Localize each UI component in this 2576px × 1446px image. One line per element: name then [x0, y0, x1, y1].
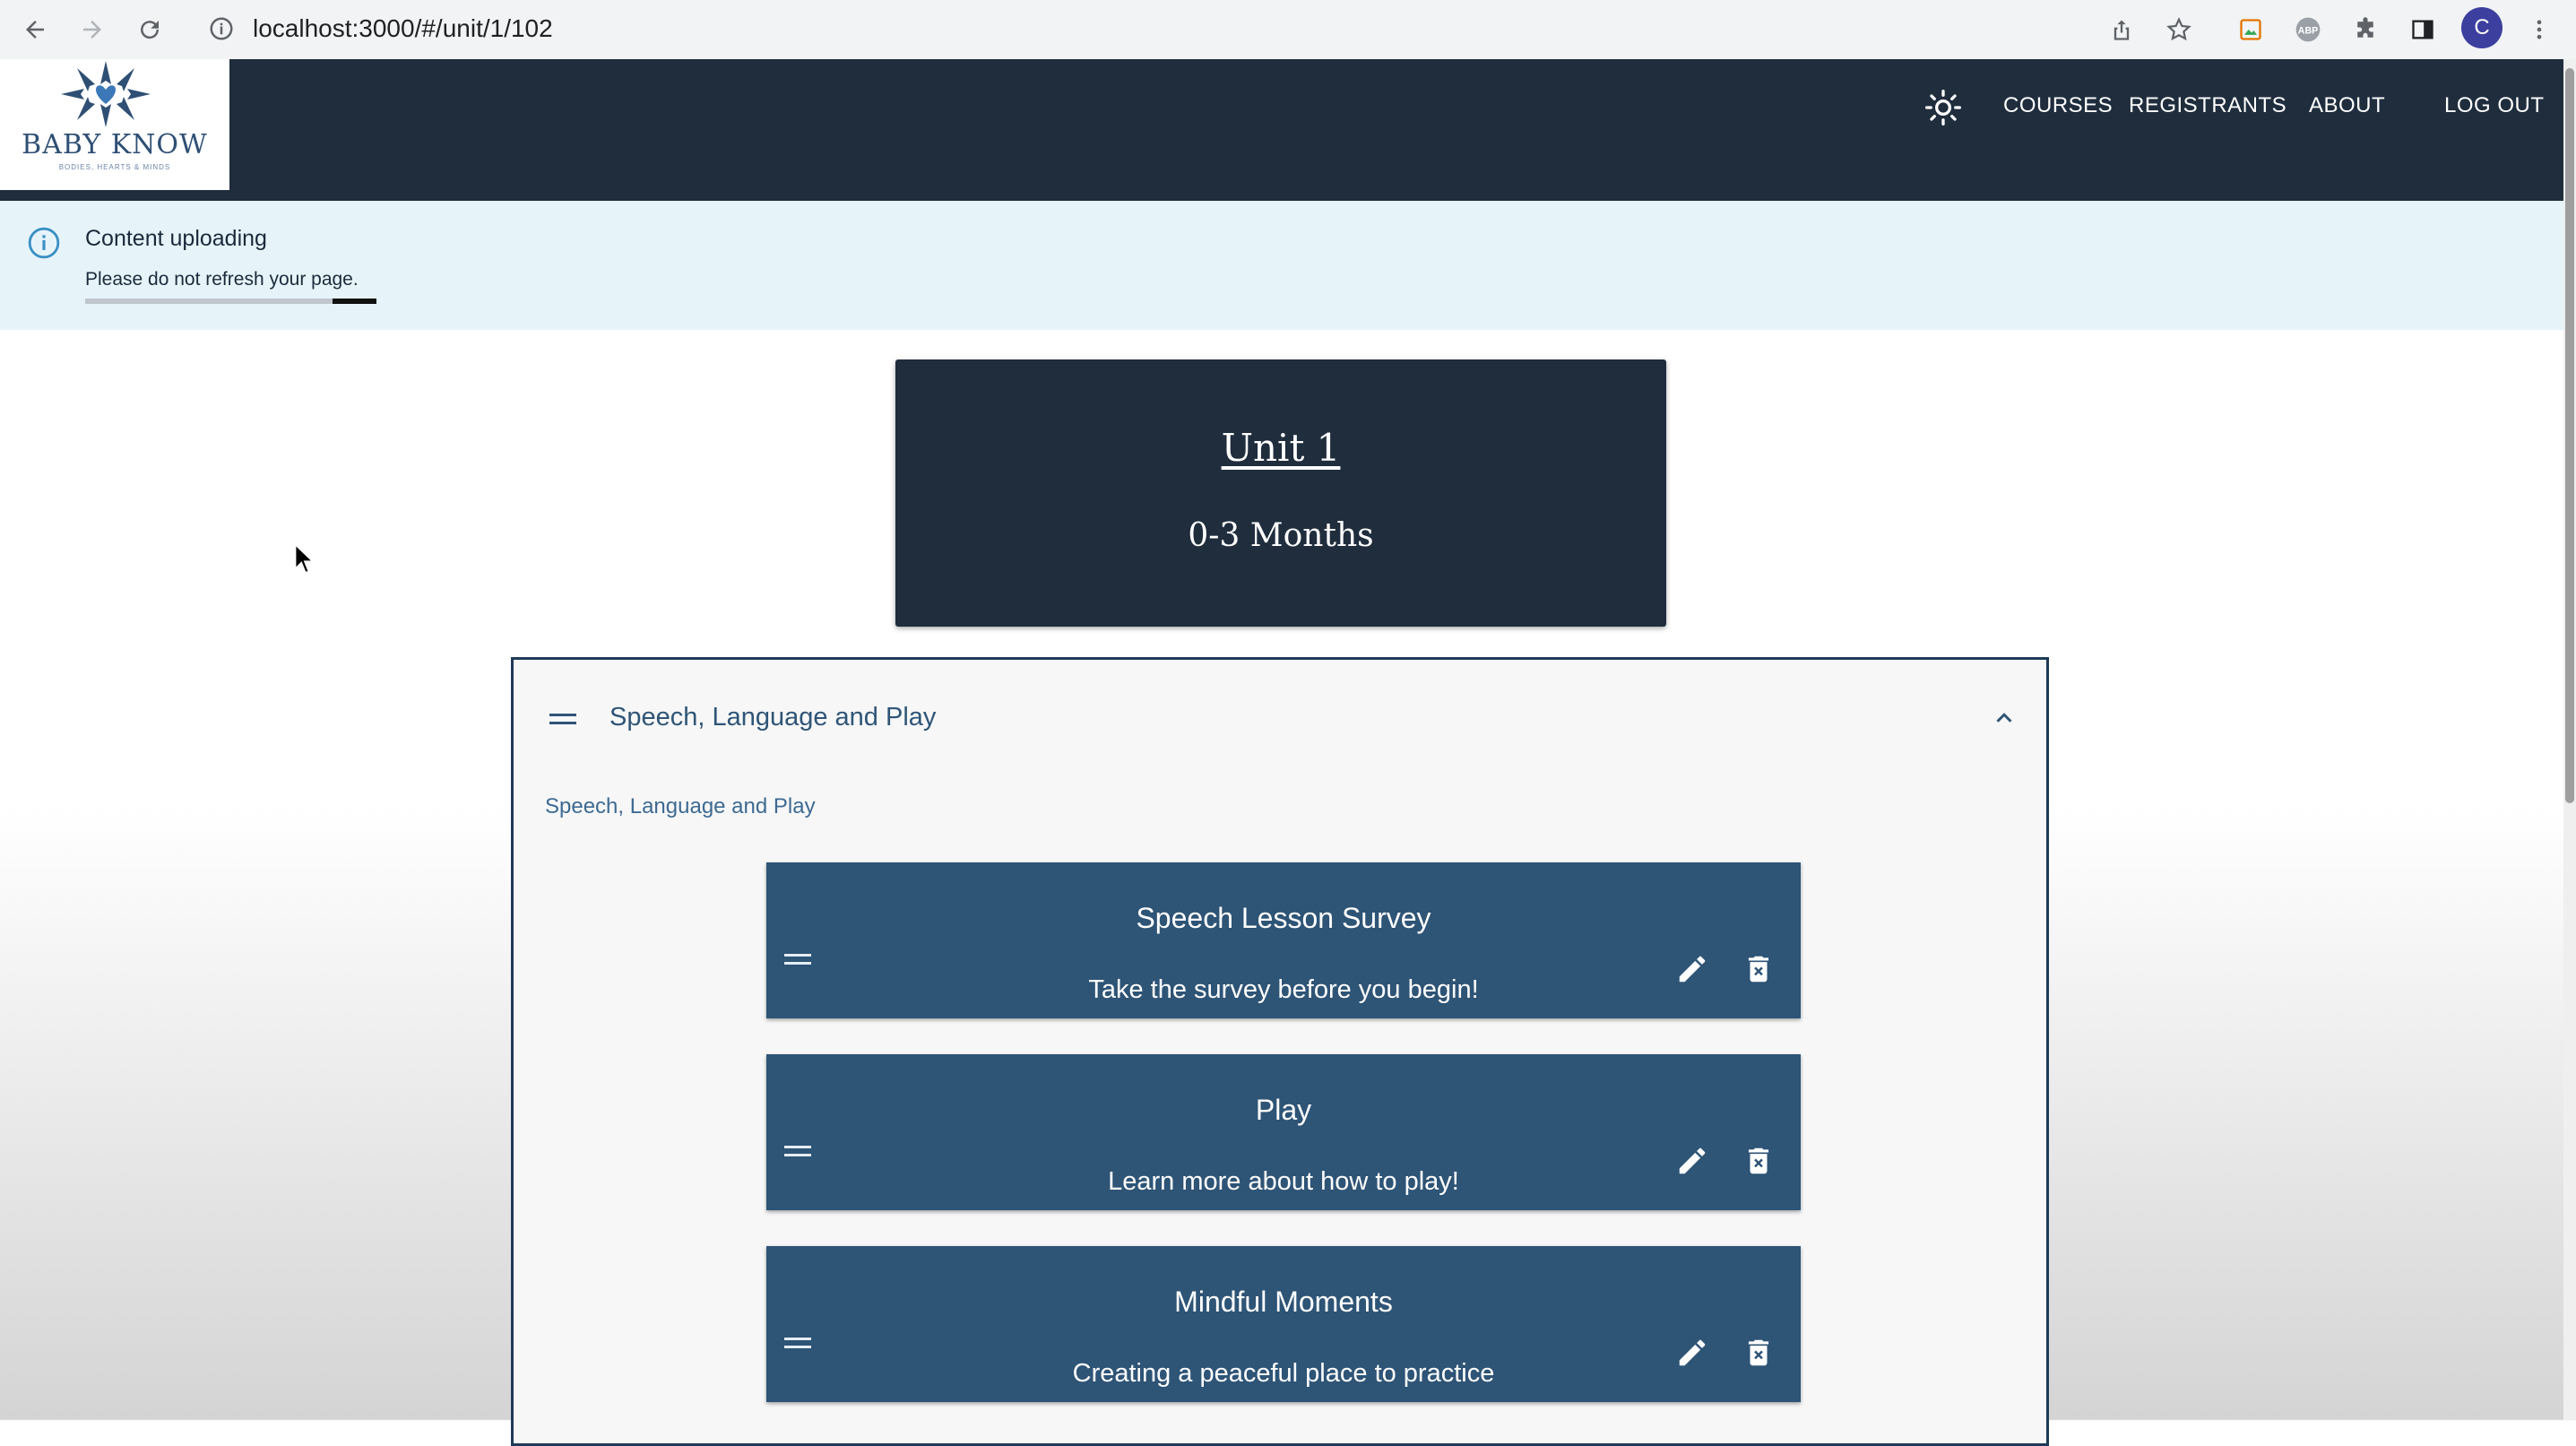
reload-icon [141, 21, 160, 39]
svg-text:ABP: ABP [2298, 26, 2319, 37]
delete-trash-icon[interactable] [1742, 1144, 1776, 1178]
edit-pencil-icon[interactable] [1675, 1144, 1709, 1178]
extension-1-button[interactable] [2230, 9, 2271, 50]
reload-button[interactable] [127, 7, 172, 52]
forward-button[interactable] [70, 7, 115, 52]
upload-progress-bar [85, 299, 376, 304]
logo-tagline: BODIES, HEARTS & MINDS [58, 163, 171, 171]
logo-compass-icon [61, 61, 151, 127]
delete-trash-icon[interactable] [1742, 1336, 1776, 1370]
bookmark-button[interactable] [2158, 9, 2200, 50]
unit-title[interactable]: Unit 1 [895, 426, 1666, 470]
image-extension-icon [2240, 19, 2261, 40]
lesson-card[interactable]: Mindful Moments Creating a peaceful plac… [766, 1246, 1801, 1402]
share-icon [2114, 20, 2130, 40]
share-button[interactable] [2101, 9, 2142, 50]
upload-progress-fill [333, 299, 376, 304]
url-text[interactable]: localhost:3000/#/unit/1/102 [253, 14, 553, 43]
side-panel-icon [2412, 20, 2433, 39]
star-icon [2166, 17, 2191, 41]
edit-pencil-icon[interactable] [1675, 1336, 1709, 1370]
nav-log-out[interactable]: LOG OUT [2444, 93, 2545, 118]
logo-text: BABY KNOW [22, 129, 208, 160]
browser-menu-button[interactable] [2519, 9, 2560, 50]
lesson-title: Play [1255, 1094, 1312, 1126]
theme-toggle-button[interactable] [1923, 88, 1963, 127]
unit-subtitle: 0-3 Months [1188, 517, 1374, 554]
mouse-pointer-icon [294, 543, 316, 575]
drag-handle-icon[interactable] [784, 954, 811, 966]
forward-arrow-icon [83, 21, 101, 39]
lesson-title: Speech Lesson Survey [1136, 902, 1431, 934]
back-arrow-icon [26, 21, 44, 39]
delete-trash-icon[interactable] [1742, 952, 1776, 986]
nav-about[interactable]: ABOUT [2309, 93, 2385, 118]
extensions-button[interactable] [2345, 9, 2386, 50]
drag-handle-icon[interactable] [784, 1146, 811, 1158]
section-title[interactable]: Speech, Language and Play [609, 703, 936, 732]
back-button[interactable] [13, 7, 57, 52]
profile-avatar[interactable]: C [2461, 7, 2503, 48]
lesson-description: Take the survey before you begin! [1088, 975, 1479, 1004]
baby-know-logo[interactable]: BABY KNOW BODIES, HEARTS & MINDS [0, 59, 229, 190]
side-panel-button[interactable] [2402, 9, 2443, 50]
unit-header-card: Unit 1 0-3 Months [895, 359, 1666, 627]
alert-message: Please do not refresh your page. [85, 269, 359, 290]
scrollbar-thumb[interactable] [2565, 68, 2574, 803]
lesson-card[interactable]: Speech Lesson Survey Take the survey bef… [766, 862, 1801, 1018]
browser-toolbar: localhost:3000/#/unit/1/102 ABP C [0, 0, 2576, 60]
address-bar[interactable]: localhost:3000/#/unit/1/102 [192, 4, 2074, 54]
drag-handle-icon[interactable] [784, 1338, 811, 1350]
lesson-title: Mindful Moments [1174, 1286, 1393, 1318]
site-info-icon[interactable] [208, 15, 235, 42]
adblock-button[interactable]: ABP [2287, 9, 2329, 50]
chevron-up-icon[interactable] [1991, 705, 2018, 732]
sun-icon [1925, 90, 1961, 126]
lesson-description: Learn more about how to play! [1108, 1167, 1459, 1196]
nav-courses[interactable]: COURSES [2003, 93, 2113, 118]
section-drag-handle-icon[interactable] [549, 714, 576, 726]
alert-title: Content uploading [85, 226, 267, 251]
kebab-menu-icon [2537, 20, 2542, 39]
nav-registrants[interactable]: REGISTRANTS [2129, 93, 2286, 118]
page-scrollbar[interactable] [2563, 59, 2576, 1420]
app-header: BABY KNOW BODIES, HEARTS & MINDS COURSES… [0, 59, 2563, 201]
section-description: Speech, Language and Play [545, 794, 816, 818]
info-icon [28, 227, 60, 259]
lesson-card[interactable]: Play Learn more about how to play! [766, 1054, 1801, 1210]
adblock-icon: ABP [2295, 17, 2321, 42]
upload-alert: Content uploading Please do not refresh … [0, 201, 2563, 330]
edit-pencil-icon[interactable] [1675, 952, 1709, 986]
section-accordion: Speech, Language and Play Speech, Langua… [511, 657, 2049, 1446]
lesson-description: Creating a peaceful place to practice [1072, 1359, 1495, 1388]
puzzle-icon [2357, 17, 2373, 38]
